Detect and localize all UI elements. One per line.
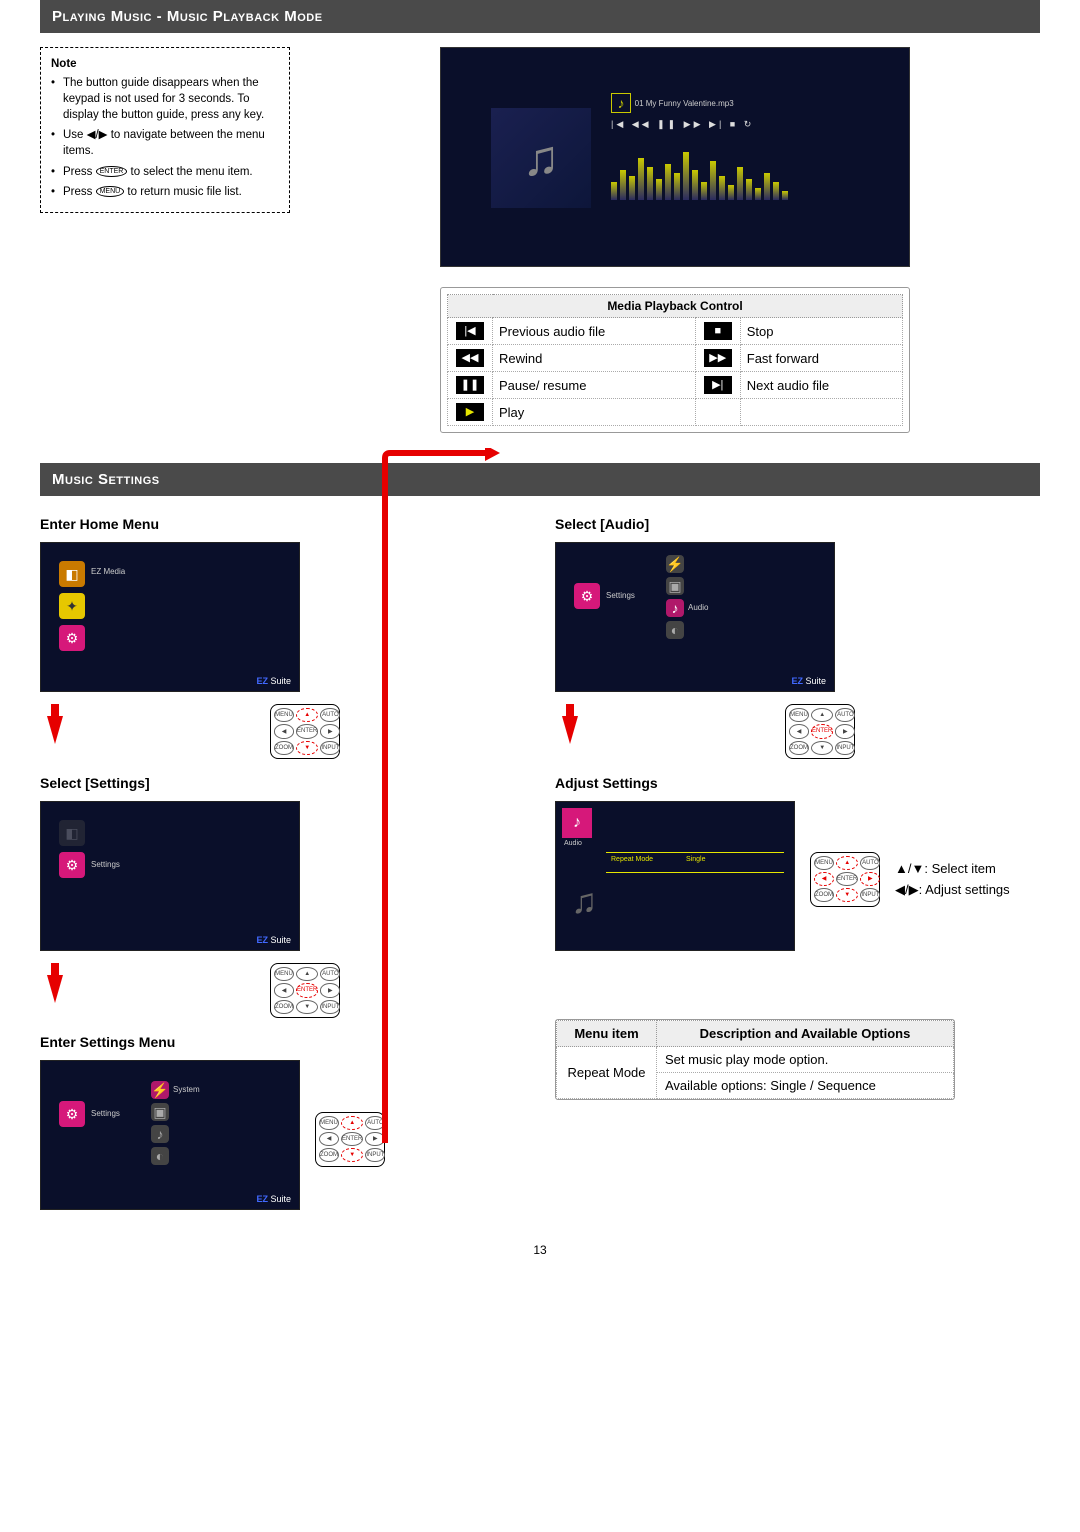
step-select-audio: Select [Audio] [555,516,1040,532]
brand-label: EZ Suite [791,676,826,686]
ez-media-label: EZ Media [91,567,125,576]
step-enter-home: Enter Home Menu [40,516,525,532]
settings-icon: ⚙ [574,583,600,609]
brand-label: EZ Suite [256,935,291,945]
play-icon: ▶ [456,403,484,421]
settings-icon: ⚙ [59,1101,85,1127]
step-enter-settings: Enter Settings Menu [40,1034,525,1050]
note-item: Use ◀/▶ to navigate between the menu ite… [51,127,279,159]
prev-label: Previous audio file [493,318,696,345]
settings-icon: ⚙ [59,852,85,878]
settings-menu-screenshot: ⚙ Settings ⚡ System ▣ ♪ ◐ EZ Suite [40,1060,300,1210]
system-label: System [173,1085,200,1094]
home-menu-screenshot: ◧ ✦ ⚙ EZ Media EZ Suite [40,542,300,692]
settings-icon: ⚙ [59,625,85,651]
audio-tab-icon: ♪ [562,808,592,838]
video-icon: ▣ [666,577,684,595]
arrow-down-icon [562,716,578,744]
dim-icon: ◧ [59,820,85,846]
audio-icon: ♪ [666,599,684,617]
legend-item: Repeat Mode [557,1047,657,1099]
rewind-icon: ◀◀ [456,349,484,367]
section-header-playback: Playing Music - Music Playback Mode [40,0,1040,33]
equalizer-icon [611,140,889,200]
misc-icon: ◐ [151,1147,169,1165]
player-screenshot: ♫ ♪ 01 My Funny Valentine.mp3 |◀ ◀◀ ❚❚ ▶… [440,47,910,267]
stop-label: Stop [740,318,902,345]
arrow-down-icon [47,975,63,1003]
audio-label: Audio [688,603,708,612]
remote-keypad-icon: MENU▲AUTO ◀ENTER▶ ZOOM▼INPUT [785,704,855,759]
system-icon: ⚡ [151,1081,169,1099]
next-label: Next audio file [740,372,902,399]
rewind-label: Rewind [493,345,696,372]
note-item: Press ENTER to select the menu item. [51,164,279,180]
album-art-icon: ♫ [491,108,591,208]
ez-display-icon: ✦ [59,593,85,619]
prev-icon: |◀ [456,322,484,340]
ez-media-icon: ◧ [59,561,85,587]
audio-tab-label: Audio [564,840,582,847]
adjust-settings-screenshot: ♪ Audio Repeat Mode Single ♫ [555,801,795,951]
section-header-settings: Music Settings [40,463,1040,496]
legend-desc2: Available options: Single / Sequence [657,1073,954,1099]
menu-key-icon: MENU [96,186,125,197]
step-adjust-settings: Adjust Settings [555,775,1040,791]
remote-keypad-icon: MENU▲AUTO ◀ENTER▶ ZOOM▼INPUT [810,852,880,907]
play-label: Play [493,399,696,426]
media-playback-table: Media Playback Control |◀ Previous audio… [440,287,910,433]
track-title: 01 My Funny Valentine.mp3 [635,99,734,108]
pause-icon: ❚❚ [456,376,484,394]
select-settings-screenshot: ◧ ⚙ Settings EZ Suite [40,801,300,951]
settings-label: Settings [91,1109,120,1118]
legend-header-item: Menu item [557,1021,657,1047]
remote-keypad-icon: MENU▲AUTO ◀ENTER▶ ZOOM▼INPUT [315,1112,385,1167]
enter-key-icon: ENTER [96,166,128,177]
pause-label: Pause/ resume [493,372,696,399]
system-icon: ⚡ [666,555,684,573]
video-icon: ▣ [151,1103,169,1121]
legend-header-desc: Description and Available Options [657,1021,954,1047]
media-table-header: Media Playback Control [448,295,903,318]
remote-keypad-icon: MENU▲AUTO ◀ENTER▶ ZOOM▼INPUT [270,963,340,1018]
playback-controls-icon: |◀ ◀◀ ❚❚ ▶▶ ▶| ■ ↻ [611,119,889,130]
hint-text: ▲/▼: Select item ◀/▶: Adjust settings [895,859,1010,901]
note-box: Note The button guide disappears when th… [40,47,290,213]
next-icon: ▶| [704,376,732,394]
repeat-mode-label: Repeat Mode [611,856,653,863]
remote-keypad-icon: MENU▲AUTO ◀ENTER▶ ZOOM▼INPUT [270,704,340,759]
ffwd-icon: ▶▶ [704,349,732,367]
note-item: The button guide disappears when the key… [51,75,279,123]
music-note-icon: ♪ [611,93,631,113]
arrow-down-icon [47,716,63,744]
stop-icon: ■ [704,322,732,340]
page-number: 13 [40,1243,1040,1257]
select-audio-screenshot: ⚙ Settings ⚡ ▣ ♪ Audio ◐ EZ Suite [555,542,835,692]
brand-label: EZ Suite [256,1194,291,1204]
misc-icon: ◐ [666,621,684,639]
note-item: Press MENU to return music file list. [51,184,279,200]
step-select-settings: Select [Settings] [40,775,525,791]
single-label: Single [686,856,705,863]
music-art-icon: ♫ [571,882,597,922]
settings-label: Settings [91,860,120,869]
note-title: Note [51,56,279,72]
legend-desc1: Set music play mode option. [657,1047,954,1073]
audio-icon: ♪ [151,1125,169,1143]
ffwd-label: Fast forward [740,345,902,372]
settings-label: Settings [606,591,635,600]
menu-item-table: Menu item Description and Available Opti… [555,1019,955,1100]
brand-label: EZ Suite [256,676,291,686]
